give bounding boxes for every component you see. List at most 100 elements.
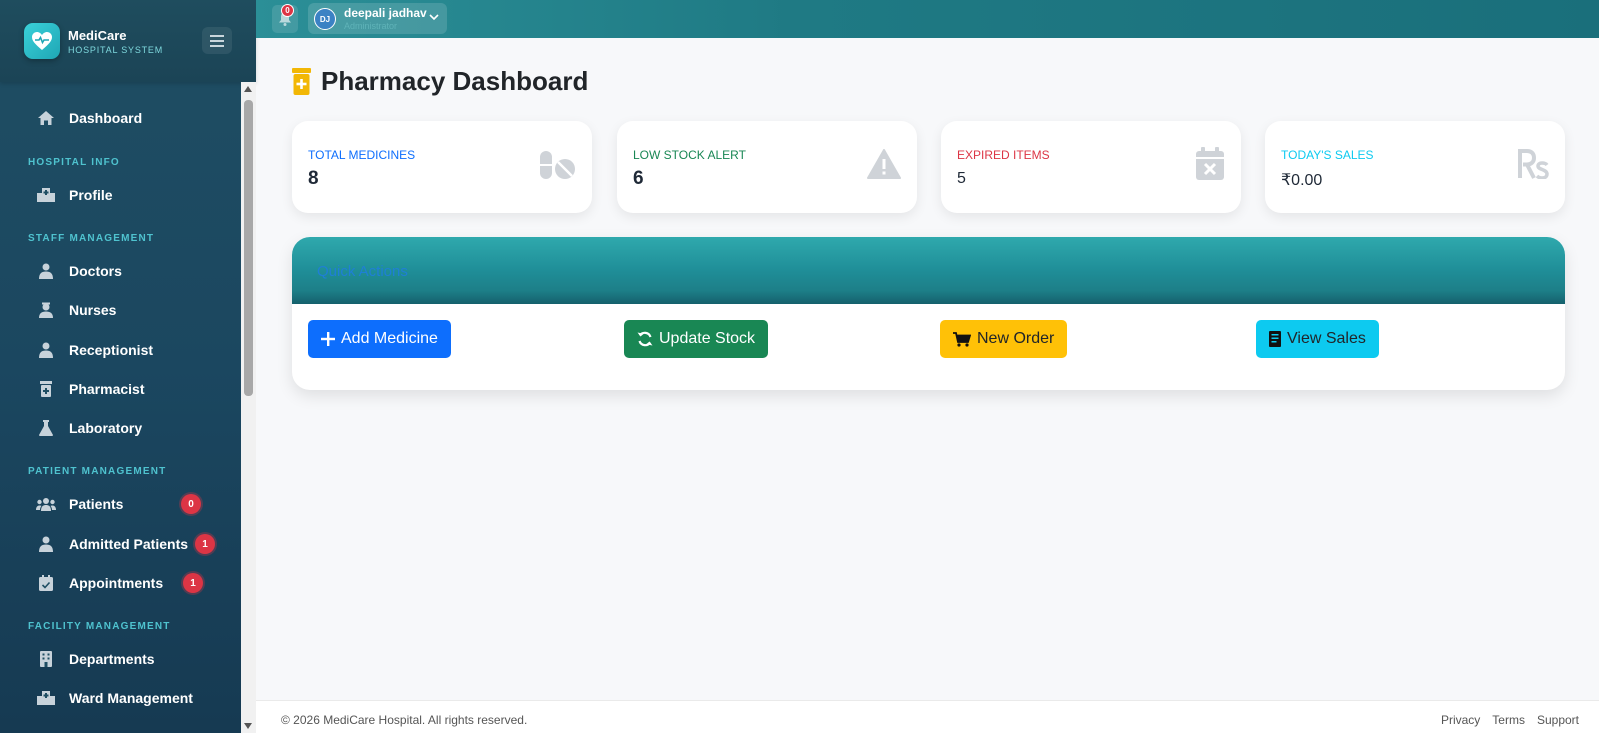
button-label: Add Medicine bbox=[341, 330, 438, 347]
quick-actions-title: Quick Actions bbox=[317, 263, 408, 280]
sidebar-scrollbar[interactable] bbox=[241, 82, 256, 733]
patients-count-badge: 0 bbox=[181, 494, 201, 514]
view-sales-button[interactable]: View Sales bbox=[1256, 320, 1379, 358]
receipt-icon bbox=[1269, 331, 1281, 347]
user-doctor-icon bbox=[36, 261, 56, 281]
user-role: Administrator bbox=[344, 21, 398, 31]
scroll-down-arrow-icon[interactable] bbox=[244, 723, 252, 729]
scroll-up-arrow-icon[interactable] bbox=[244, 86, 252, 92]
scroll-thumb[interactable] bbox=[244, 100, 253, 396]
stat-card-low-stock-alert: LOW STOCK ALERT 6 bbox=[617, 121, 917, 213]
user-injured-icon bbox=[36, 534, 56, 554]
footer: © 2026 MediCare Hospital. All rights res… bbox=[256, 700, 1599, 733]
quick-actions-header: Quick Actions bbox=[292, 237, 1565, 304]
page-header: Pharmacy Dashboard bbox=[292, 66, 588, 97]
stat-card-expired-items: EXPIRED ITEMS 5 bbox=[941, 121, 1241, 213]
stat-label: LOW STOCK ALERT bbox=[633, 148, 746, 162]
calendar-x-icon bbox=[1196, 147, 1224, 180]
sidebar-item-label: Admitted Patients bbox=[69, 536, 189, 552]
heart-pulse-icon bbox=[24, 23, 60, 59]
cart-icon bbox=[953, 331, 971, 347]
hospital-icon bbox=[36, 185, 56, 205]
button-label: Update Stock bbox=[659, 330, 756, 347]
users-icon bbox=[36, 494, 56, 514]
sidebar-item-ward-management[interactable]: Ward Management bbox=[0, 680, 241, 716]
support-link[interactable]: Support bbox=[1537, 713, 1579, 727]
sidebar-item-label: Ward Management bbox=[69, 690, 193, 706]
admitted-patients-count-badge: 1 bbox=[195, 534, 215, 554]
calendar-check-icon bbox=[36, 573, 56, 593]
sidebar-item-appointments[interactable]: Appointments 1 bbox=[0, 565, 241, 601]
user-nurse-icon bbox=[36, 300, 56, 320]
stat-card-todays-sales: TODAY'S SALES ₹0.00 bbox=[1265, 121, 1565, 213]
pills-icon bbox=[540, 151, 575, 179]
sidebar-item-departments[interactable]: Departments bbox=[0, 641, 241, 677]
user-menu[interactable]: DJ deepali jadhav Administrator bbox=[308, 3, 447, 34]
section-patient-management: PATIENT MANAGEMENT bbox=[28, 466, 167, 477]
hamburger-icon bbox=[210, 34, 224, 47]
quick-actions-card: Quick Actions Add Medicine Update Stock … bbox=[292, 237, 1565, 390]
section-hospital-info: HOSPITAL INFO bbox=[28, 157, 120, 168]
sidebar-item-laboratory[interactable]: Laboratory bbox=[0, 410, 241, 446]
sidebar-item-label: Profile bbox=[69, 187, 113, 203]
prescription-bottle-icon bbox=[292, 68, 311, 95]
page-title: Pharmacy Dashboard bbox=[321, 66, 589, 96]
appointments-count-badge: 1 bbox=[183, 573, 203, 593]
sidebar-item-label: Doctors bbox=[69, 263, 122, 279]
stat-label: EXPIRED ITEMS bbox=[957, 148, 1050, 162]
notifications-button[interactable]: 0 bbox=[272, 4, 298, 33]
button-label: New Order bbox=[977, 330, 1055, 347]
stat-label: TOTAL MEDICINES bbox=[308, 148, 416, 162]
brand-subtitle: HOSPITAL SYSTEM bbox=[68, 44, 164, 55]
sidebar-item-pharmacist[interactable]: Pharmacist bbox=[0, 371, 241, 407]
stat-label: TODAY'S SALES bbox=[1281, 148, 1374, 162]
section-staff-management: STAFF MANAGEMENT bbox=[28, 233, 155, 244]
chevron-down-icon bbox=[429, 14, 439, 21]
footer-links: Privacy Terms Support bbox=[1441, 713, 1579, 727]
sidebar-item-dashboard[interactable]: Dashboard bbox=[0, 100, 241, 136]
brand: MediCare HOSPITAL SYSTEM bbox=[0, 0, 256, 82]
prescription-bottle-icon bbox=[36, 379, 56, 399]
stat-value: 6 bbox=[633, 168, 644, 189]
rupee-icon bbox=[1518, 149, 1549, 179]
sidebar-item-patients[interactable]: Patients 0 bbox=[0, 486, 241, 522]
sidebar-nav: Dashboard HOSPITAL INFO Profile STAFF MA… bbox=[0, 82, 241, 733]
user-name: deepali jadhav bbox=[344, 6, 427, 20]
button-label: View Sales bbox=[1287, 330, 1366, 347]
sidebar-item-label: Dashboard bbox=[69, 110, 143, 126]
notification-count-badge: 0 bbox=[281, 4, 294, 17]
terms-link[interactable]: Terms bbox=[1492, 713, 1525, 727]
brand-name: MediCare bbox=[68, 27, 127, 43]
sync-icon bbox=[637, 331, 653, 347]
section-facility-management: FACILITY MANAGEMENT bbox=[28, 621, 171, 632]
hospital-icon bbox=[36, 688, 56, 708]
flask-icon bbox=[36, 418, 56, 438]
add-medicine-button[interactable]: Add Medicine bbox=[308, 320, 451, 358]
user-tie-icon bbox=[36, 340, 56, 360]
sidebar-item-label: Laboratory bbox=[69, 420, 143, 436]
sidebar-item-label: Pharmacist bbox=[69, 381, 145, 397]
sidebar-item-nurses[interactable]: Nurses bbox=[0, 292, 241, 328]
update-stock-button[interactable]: Update Stock bbox=[624, 320, 769, 358]
sidebar-item-label: Departments bbox=[69, 651, 155, 667]
stat-value: ₹0.00 bbox=[1281, 172, 1323, 189]
plus-icon bbox=[321, 332, 335, 346]
sidebar-item-doctors[interactable]: Doctors bbox=[0, 253, 241, 289]
new-order-button[interactable]: New Order bbox=[940, 320, 1068, 358]
stat-value: 8 bbox=[308, 168, 319, 189]
sidebar-item-receptionist[interactable]: Receptionist bbox=[0, 332, 241, 368]
sidebar-item-admitted-patients[interactable]: Admitted Patients 1 bbox=[0, 526, 241, 562]
building-icon bbox=[36, 649, 56, 669]
sidebar-item-label: Receptionist bbox=[69, 342, 154, 358]
footer-copyright: © 2026 MediCare Hospital. All rights res… bbox=[281, 713, 528, 727]
stat-value: 5 bbox=[957, 170, 966, 187]
privacy-link[interactable]: Privacy bbox=[1441, 713, 1480, 727]
avatar: DJ bbox=[314, 8, 336, 30]
menu-toggle-button[interactable] bbox=[202, 27, 232, 54]
warning-icon bbox=[867, 149, 901, 179]
sidebar-item-label: Appointments bbox=[69, 575, 164, 591]
top-bar: 0 DJ deepali jadhav Administrator bbox=[256, 0, 1599, 38]
sidebar-item-profile[interactable]: Profile bbox=[0, 177, 241, 213]
sidebar: MediCare HOSPITAL SYSTEM Dashboard HOSPI… bbox=[0, 0, 256, 733]
sidebar-item-label: Nurses bbox=[69, 302, 117, 318]
